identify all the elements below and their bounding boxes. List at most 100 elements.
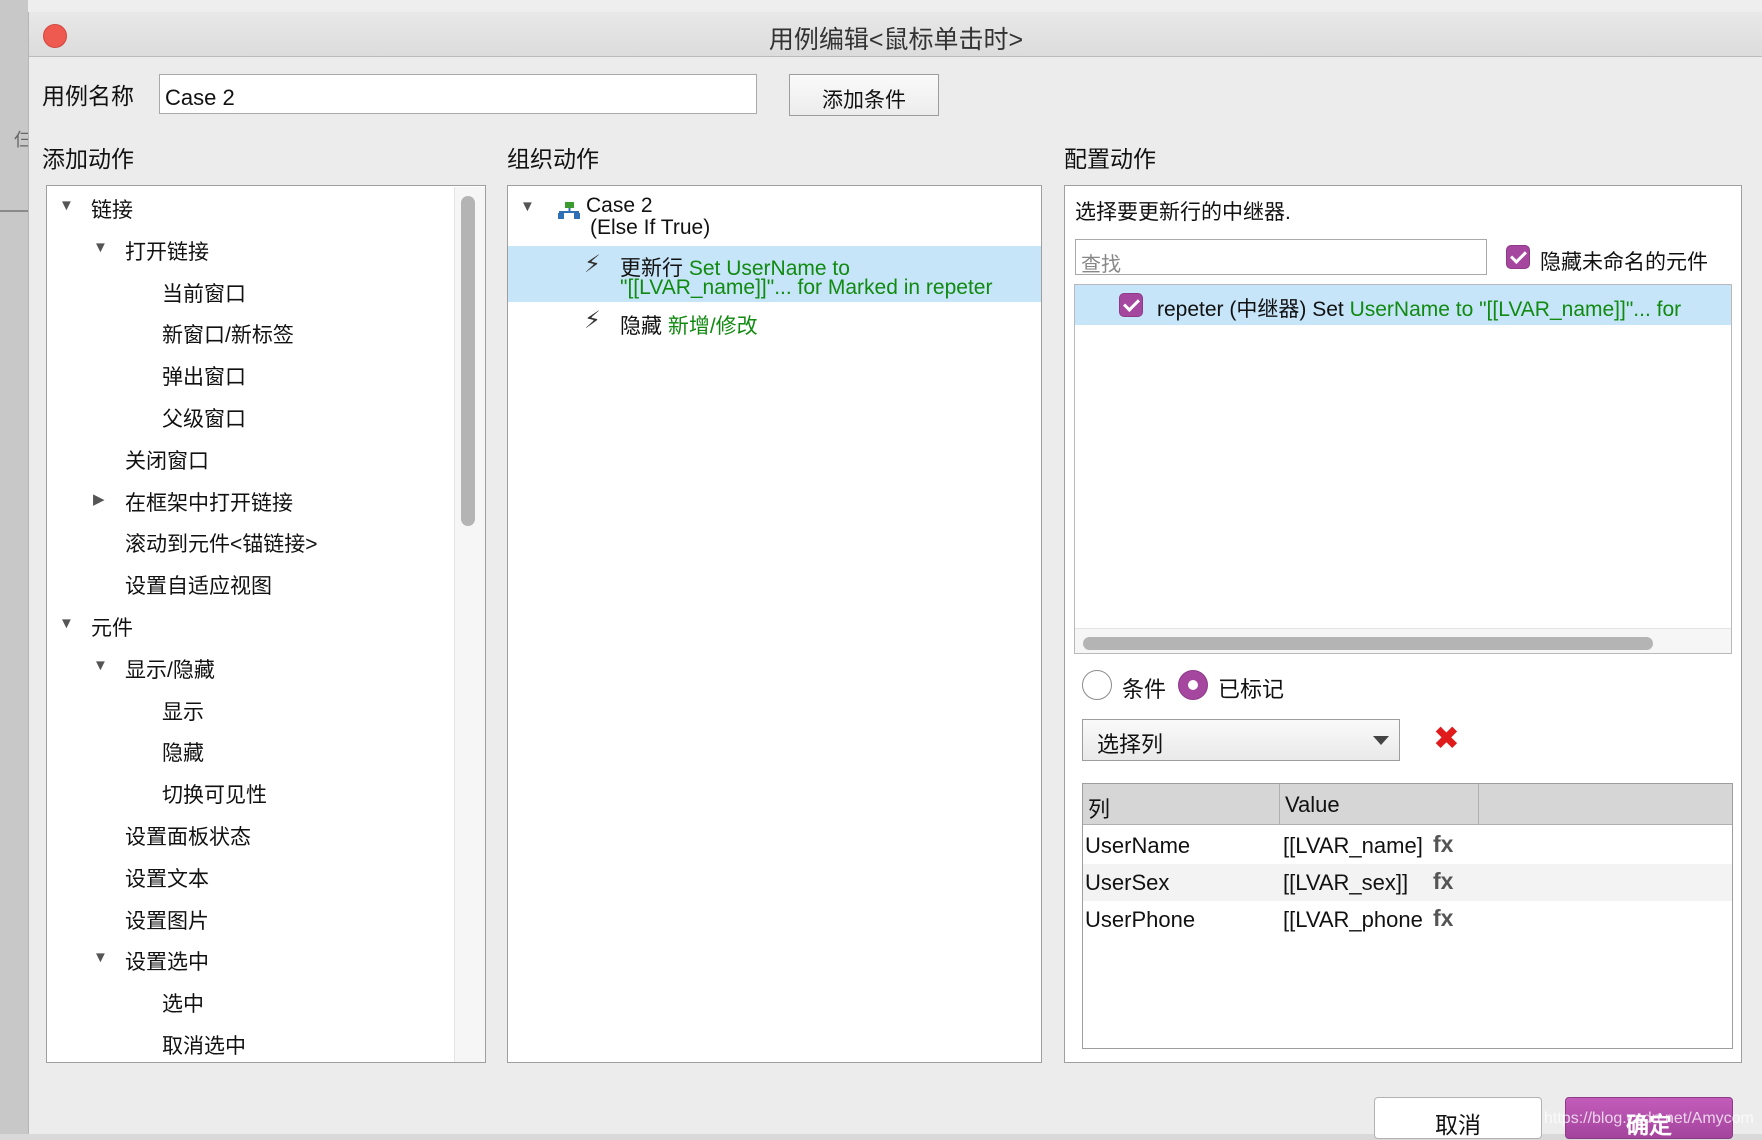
tree-item[interactable]: 显示 bbox=[47, 696, 447, 730]
background-divider bbox=[0, 210, 28, 212]
chevron-right-icon[interactable]: ▶ bbox=[93, 490, 105, 508]
table-cell-value[interactable]: [[LVAR_sex]] bbox=[1283, 870, 1408, 896]
table-row[interactable]: UserSex [[LVAR_sex]] fx bbox=[1083, 864, 1732, 901]
tree-item[interactable]: 切换可见性 bbox=[47, 779, 447, 813]
condition-radio-label: 条件 bbox=[1122, 677, 1167, 702]
watermark-text: https://blog.csdn.net/Amycom bbox=[1544, 1110, 1754, 1127]
repeater-row[interactable]: repeter (中继器) Set UserName to "[[LVAR_na… bbox=[1075, 285, 1731, 325]
case-name-input[interactable]: Case 2 bbox=[159, 74, 757, 114]
vertical-scroll-thumb[interactable] bbox=[461, 196, 475, 526]
tree-item-label: 设置图片 bbox=[125, 909, 209, 933]
tree-item[interactable]: 设置自适应视图 bbox=[47, 570, 447, 604]
tree-item-label: 当前窗口 bbox=[162, 282, 246, 306]
tree-item[interactable]: 弹出窗口 bbox=[47, 361, 447, 395]
tree-item[interactable]: 设置面板状态 bbox=[47, 821, 447, 855]
tree-item-label: 元件 bbox=[91, 617, 133, 640]
tree-item[interactable]: 取消选中 bbox=[47, 1030, 447, 1062]
marked-radio[interactable] bbox=[1178, 670, 1208, 700]
column-header: 列 bbox=[1083, 784, 1280, 824]
cancel-button[interactable]: 取消 bbox=[1374, 1097, 1542, 1139]
select-column-dropdown[interactable]: 选择列 bbox=[1082, 719, 1400, 761]
tree-item-label: 弹出窗口 bbox=[162, 366, 246, 390]
chevron-down-icon[interactable]: ▼ bbox=[93, 239, 108, 256]
tree-item-label: 选中 bbox=[162, 993, 204, 1017]
tree-item-label: 取消选中 bbox=[162, 1035, 246, 1058]
tree-item-label: 隐藏 bbox=[162, 742, 204, 766]
tree-item[interactable]: ▼ 显示/隐藏 bbox=[47, 654, 447, 688]
tree-item[interactable]: 设置文本 bbox=[47, 863, 447, 897]
horizontal-scroll-thumb[interactable] bbox=[1083, 637, 1653, 650]
window-title: 用例编辑<鼠标单击时> bbox=[768, 26, 1024, 54]
case-editor-dialog: 用例编辑<鼠标单击时> 用例名称 Case 2 添加条件 添加动作 组织动作 配… bbox=[28, 12, 1762, 1139]
repeater-row-prefix: repeter (中继器) Set bbox=[1157, 298, 1344, 321]
hide-unnamed-checkbox[interactable] bbox=[1506, 245, 1530, 269]
action-row-update-row[interactable]: ⚡ 更新行 Set UserName to "[[LVAR_name]]"...… bbox=[508, 246, 1041, 302]
case-node[interactable]: ▼ Case 2 (Else If True) bbox=[518, 194, 1033, 244]
search-input[interactable]: 查找 bbox=[1075, 239, 1487, 276]
chevron-down-icon[interactable]: ▼ bbox=[93, 657, 108, 674]
tree-item[interactable]: 父级窗口 bbox=[47, 403, 447, 437]
tree-item-label: 链接 bbox=[91, 199, 133, 222]
delete-x-icon[interactable]: ✖ bbox=[1433, 719, 1460, 757]
tree-item[interactable]: 隐藏 bbox=[47, 737, 447, 771]
table-cell-value[interactable]: [[LVAR_name] bbox=[1283, 833, 1423, 859]
tree-item[interactable]: 当前窗口 bbox=[47, 278, 447, 312]
chevron-down-icon[interactable]: ▼ bbox=[59, 197, 74, 214]
repeater-row-text: repeter (中继器) Set UserName to "[[LVAR_na… bbox=[1157, 293, 1681, 323]
fx-icon[interactable]: fx bbox=[1433, 868, 1453, 895]
tree-item-label: 关闭窗口 bbox=[125, 449, 209, 473]
condition-radio[interactable] bbox=[1082, 670, 1112, 700]
tree-item[interactable]: ▶ 在框架中打开链接 bbox=[47, 487, 447, 521]
add-actions-heading: 添加动作 bbox=[42, 146, 134, 172]
tree-item-label: 切换可见性 bbox=[162, 784, 267, 808]
tree-item[interactable]: ▼ 打开链接 bbox=[47, 236, 447, 270]
tree-item-label: 设置选中 bbox=[125, 951, 209, 975]
add-actions-panel: ▼ 链接 ▼ 打开链接当前窗口新窗口/新标签 弹出窗口父级窗口关闭窗口 ▶ 在框架中打开链接… bbox=[46, 185, 486, 1063]
action-text: 隐藏 新增/修改 bbox=[620, 310, 758, 340]
fx-icon[interactable]: fx bbox=[1433, 905, 1453, 932]
column-value-table: 列 Value UserName [[LVAR_name] fx UserSex… bbox=[1082, 783, 1733, 1049]
chevron-down-icon[interactable]: ▼ bbox=[93, 949, 108, 966]
action-verb: 隐藏 bbox=[620, 315, 662, 338]
table-row[interactable]: UserPhone [[LVAR_phone fx bbox=[1083, 901, 1732, 938]
tree-item-label: 打开链接 bbox=[125, 240, 209, 264]
action-detail: 新增/修改 bbox=[667, 315, 758, 338]
tree-item[interactable]: 滚动到元件<锚链接> bbox=[47, 528, 447, 562]
repeater-row-checkbox[interactable] bbox=[1119, 293, 1143, 317]
table-cell-column: UserName bbox=[1085, 833, 1191, 858]
hide-unnamed-label: 隐藏未命名的元件 bbox=[1540, 251, 1708, 274]
select-column-value: 选择列 bbox=[1097, 732, 1164, 757]
configure-actions-panel: 选择要更新行的中继器. 查找 隐藏未命名的元件 repeter (中继器) Se… bbox=[1064, 185, 1742, 1063]
tree-item[interactable]: 设置图片 bbox=[47, 905, 447, 939]
value-header: Value bbox=[1280, 784, 1479, 824]
configure-instruction: 选择要更新行的中继器. bbox=[1075, 201, 1291, 224]
tree-item[interactable]: 新窗口/新标签 bbox=[47, 319, 447, 353]
tree-item[interactable]: ▼ 元件 bbox=[47, 612, 447, 646]
tree-item[interactable]: ▼ 设置选中 bbox=[47, 946, 447, 980]
add-condition-button[interactable]: 添加条件 bbox=[789, 74, 939, 116]
chevron-down-icon bbox=[1373, 736, 1389, 745]
case-title: Case 2 bbox=[586, 194, 653, 217]
table-cell-value[interactable]: [[LVAR_phone bbox=[1283, 907, 1423, 933]
chevron-down-icon[interactable]: ▼ bbox=[59, 615, 74, 632]
fx-icon[interactable]: fx bbox=[1433, 831, 1453, 858]
tree-item-label: 设置面板状态 bbox=[125, 826, 251, 849]
action-row-hide[interactable]: ⚡ 隐藏 新增/修改 bbox=[508, 304, 1041, 344]
tree-item[interactable]: 选中 bbox=[47, 988, 447, 1022]
tree-item-label: 新窗口/新标签 bbox=[162, 324, 294, 348]
organize-actions-panel: ▼ Case 2 (Else If True) ⚡ 更新行 Set UserNa… bbox=[507, 185, 1042, 1063]
tree-item-label: 父级窗口 bbox=[162, 408, 246, 431]
configure-actions-heading: 配置动作 bbox=[1064, 146, 1156, 172]
lightning-icon: ⚡ bbox=[584, 307, 601, 334]
organize-actions-heading: 组织动作 bbox=[507, 146, 599, 172]
chevron-down-icon[interactable]: ▼ bbox=[520, 198, 535, 215]
repeater-row-detail: UserName to "[[LVAR_name]]"... for bbox=[1349, 298, 1682, 321]
table-header: 列 Value bbox=[1083, 784, 1732, 825]
tree-item-label: 显示 bbox=[162, 700, 204, 724]
table-cell-column: UserPhone bbox=[1085, 907, 1196, 932]
tree-item[interactable]: ▼ 链接 bbox=[47, 194, 447, 228]
tree-item-label: 在框架中打开链接 bbox=[125, 491, 293, 515]
background-app-strip: 仨 bbox=[0, 0, 32, 1134]
table-row[interactable]: UserName [[LVAR_name] fx bbox=[1083, 827, 1732, 864]
tree-item[interactable]: 关闭窗口 bbox=[47, 445, 447, 479]
